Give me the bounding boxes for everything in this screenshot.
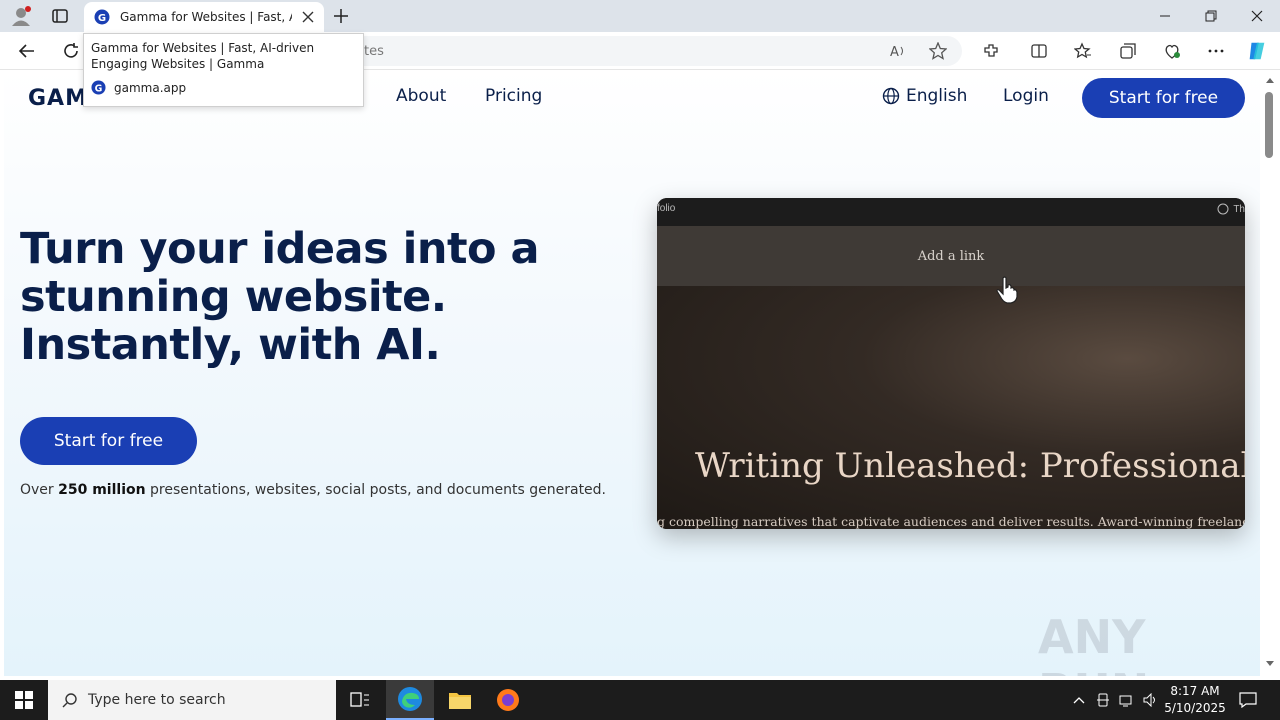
split-screen-icon[interactable] <box>1028 40 1050 62</box>
tab-actions-icon[interactable] <box>50 6 70 26</box>
tab-title: Gamma for Websites | Fast, AI-driven Eng… <box>120 10 292 24</box>
more-options-icon[interactable] <box>1205 40 1227 62</box>
preview-top-right-label: Th <box>1233 203 1245 215</box>
language-label: English <box>906 86 968 106</box>
tray-device-icon[interactable] <box>1092 680 1114 720</box>
refresh-icon[interactable] <box>60 40 82 62</box>
preview-top-left: folio <box>657 203 676 214</box>
address-url: tes <box>364 44 384 59</box>
profile-icon[interactable] <box>10 5 32 27</box>
clock-date: 5/10/2025 <box>1164 701 1226 715</box>
browser-essentials-icon[interactable] <box>1161 40 1183 62</box>
extensions-icon[interactable] <box>980 40 1002 62</box>
hand-cursor-icon <box>996 276 1018 304</box>
read-aloud-icon[interactable]: A <box>887 40 909 62</box>
gamma-favicon-icon: G <box>94 9 110 25</box>
svg-text:G: G <box>95 83 103 94</box>
subtext-count: 250 million <box>58 482 146 498</box>
web-page: GAMMA About Pricing English Login Start … <box>4 70 1260 676</box>
taskbar-search[interactable]: Type here to search <box>48 680 336 720</box>
scroll-down-icon[interactable] <box>1260 658 1280 670</box>
notifications-icon[interactable] <box>1236 680 1260 720</box>
preview-add-link: Add a link <box>657 226 1245 286</box>
svg-text:G: G <box>98 13 106 24</box>
network-icon[interactable] <box>1116 680 1138 720</box>
anyrun-watermark: ANY RUN <box>1038 610 1149 676</box>
preview-title: Writing Unleashed: Professional Po <box>695 446 1245 486</box>
tab-hover-tooltip: Gamma for Websites | Fast, AI-driven Eng… <box>83 33 364 107</box>
close-tab-icon[interactable] <box>302 11 314 23</box>
scroll-up-icon[interactable] <box>1260 74 1280 86</box>
scrollbar-thumb[interactable] <box>1265 92 1273 158</box>
favorite-star-icon[interactable] <box>927 40 949 62</box>
subtext-prefix: Over <box>20 482 59 498</box>
new-tab-icon[interactable] <box>332 7 350 25</box>
nav-login[interactable]: Login <box>1003 86 1049 106</box>
taskbar-clock[interactable]: 8:17 AM 5/10/2025 <box>1160 683 1230 717</box>
svg-text:A: A <box>890 45 899 60</box>
search-icon <box>62 693 77 708</box>
preview-top-right: Th <box>1217 203 1245 215</box>
language-selector[interactable]: English <box>882 86 967 106</box>
copilot-icon[interactable] <box>1246 40 1268 62</box>
hero-subtext: Over 250 million presentations, websites… <box>20 482 606 498</box>
clock-time: 8:17 AM <box>1170 684 1220 698</box>
nav-about[interactable]: About <box>396 86 446 106</box>
preview-subtitle: g compelling narratives that captivate a… <box>657 514 1245 529</box>
tooltip-title: Gamma for Websites | Fast, AI-driven Eng… <box>91 41 315 71</box>
preview-top-bar: folio Th <box>657 198 1245 226</box>
search-placeholder: Type here to search <box>88 692 226 708</box>
favorites-icon[interactable] <box>1072 40 1094 62</box>
edge-taskbar-icon[interactable] <box>386 680 434 720</box>
back-icon[interactable] <box>16 40 38 62</box>
globe-icon <box>882 87 900 105</box>
nav-pricing[interactable]: Pricing <box>485 86 542 106</box>
close-window-icon[interactable] <box>1234 0 1280 32</box>
gamma-favicon-icon: G <box>91 80 106 95</box>
minimize-icon[interactable] <box>1142 0 1188 32</box>
start-for-free-header-button[interactable]: Start for free <box>1082 78 1245 118</box>
palette-icon <box>1217 203 1229 215</box>
hero-headline: Turn your ideas into a stunning website.… <box>20 224 540 370</box>
task-view-icon[interactable] <box>336 680 384 720</box>
volume-icon[interactable] <box>1140 680 1162 720</box>
tray-expand-icon[interactable] <box>1068 680 1090 720</box>
firefox-icon[interactable] <box>484 680 532 720</box>
hero-preview: folio Th Add a link Writing Unleashed: P… <box>657 198 1245 529</box>
restore-icon[interactable] <box>1188 0 1234 32</box>
collections-icon[interactable] <box>1117 40 1139 62</box>
page-scrollbar[interactable] <box>1260 70 1280 676</box>
tab-strip: G Gamma for Websites | Fast, AI-driven E… <box>0 0 1280 32</box>
tab-gamma[interactable]: G Gamma for Websites | Fast, AI-driven E… <box>84 2 324 32</box>
preview-background-image <box>657 286 1245 529</box>
subtext-suffix: presentations, websites, social posts, a… <box>145 482 607 498</box>
start-for-free-hero-button[interactable]: Start for free <box>20 417 197 465</box>
windows-taskbar: Type here to search 8:17 AM 5/10/2025 <box>0 680 1280 720</box>
tooltip-domain: gamma.app <box>114 80 187 95</box>
file-explorer-icon[interactable] <box>436 680 484 720</box>
windows-start-icon[interactable] <box>0 680 48 720</box>
